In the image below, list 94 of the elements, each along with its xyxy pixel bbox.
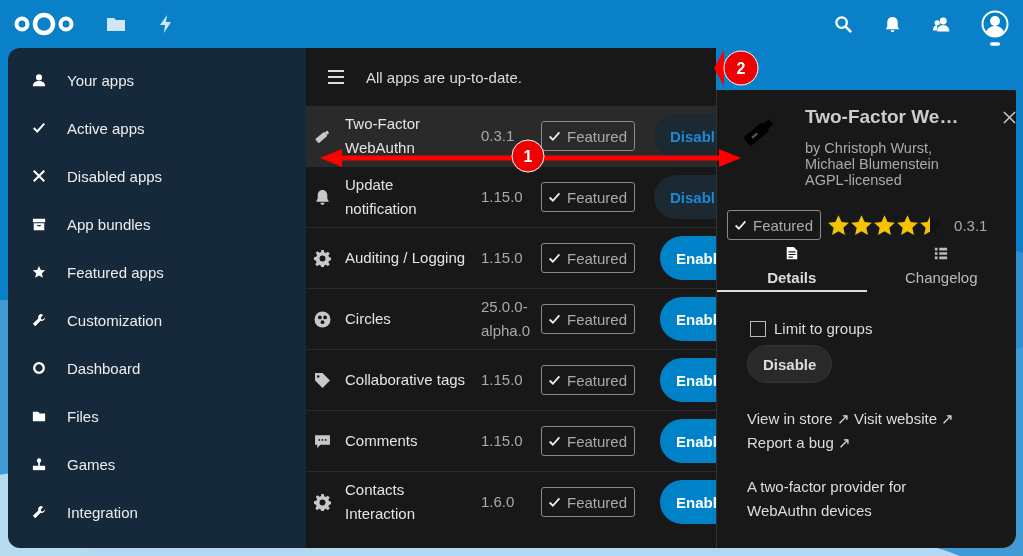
nav-item[interactable]: Featured apps [8, 248, 306, 296]
nav-item[interactable]: Integration [8, 488, 306, 536]
enable-button[interactable]: Enabl [660, 358, 716, 402]
comment-icon [314, 432, 331, 450]
disable-button[interactable]: Disabl [654, 114, 716, 158]
active-indicator-icon [990, 42, 1000, 46]
enable-button[interactable]: Enabl [660, 480, 716, 524]
menu-icon[interactable] [328, 70, 344, 84]
check-icon [548, 373, 561, 387]
disable-button[interactable]: Disabl [654, 175, 716, 219]
link[interactable]: View in store ↗ [747, 410, 850, 427]
app-version: 25.0.0-alpha.0 [481, 297, 532, 341]
bell-icon [314, 188, 331, 206]
app-row[interactable]: Auditing / Logging 1.15.0 Featured Enabl [306, 228, 716, 289]
featured-label: Featured [567, 493, 628, 511]
list-icon [934, 246, 949, 260]
nav-item[interactable]: Customization [8, 296, 306, 344]
link[interactable]: Visit website ↗ [853, 410, 955, 427]
app-name: Auditing / Logging [345, 248, 467, 268]
tab[interactable]: Details [717, 244, 867, 292]
tab[interactable]: Changelog [866, 244, 1016, 292]
checkbox[interactable] [750, 320, 766, 337]
nav-item[interactable]: App bundles [8, 200, 306, 248]
check-icon [548, 129, 561, 143]
app-version: 1.6.0 [481, 492, 516, 512]
check-icon [548, 312, 561, 326]
featured-label: Featured [567, 371, 628, 389]
enable-button[interactable]: Enabl [660, 297, 716, 341]
description-text: A two-factor provider for WebAuthn devices [747, 477, 908, 521]
close-icon [32, 169, 46, 183]
nav-item[interactable]: Games [8, 440, 306, 488]
featured-label: Featured [567, 127, 628, 145]
enable-button[interactable]: Enabl [660, 419, 716, 463]
circles-icon [314, 310, 331, 328]
gear-icon [314, 493, 331, 511]
nav-item[interactable]: Dashboard [8, 344, 306, 392]
featured-label: Featured [567, 188, 628, 206]
license-text: AGPL-licensed [805, 172, 903, 188]
close-icon[interactable] [1003, 111, 1016, 124]
featured-label: Featured [567, 432, 628, 450]
nav-item[interactable]: Active apps [8, 104, 306, 152]
check-icon [548, 251, 561, 265]
disable-button[interactable]: Disable [747, 345, 833, 383]
tag-icon [314, 371, 331, 389]
nav-item[interactable]: Your apps [8, 56, 306, 104]
app-version: 1.15.0 [481, 187, 524, 207]
nav-item[interactable]: Disabled apps [8, 152, 306, 200]
app-version: 1.15.0 [481, 431, 524, 451]
author-text: by Christoph Wurst, Michael Blumenstein [805, 140, 940, 172]
avatar-icon[interactable] [981, 10, 1009, 38]
wrench-icon [32, 505, 46, 519]
app-version: 1.15.0 [481, 370, 524, 390]
check-icon [548, 190, 561, 204]
user-icon [32, 73, 46, 87]
star-icon [32, 265, 46, 279]
app-row[interactable]: Update notification 1.15.0 Featured Disabl [306, 167, 716, 228]
nav-item[interactable]: Files [8, 392, 306, 440]
app-name: Update notification [345, 175, 418, 219]
app-name: Collaborative tags [345, 370, 467, 390]
status-message: All apps are up-to-date. [366, 68, 522, 86]
bell-icon[interactable] [883, 14, 902, 34]
check-icon [734, 218, 747, 232]
app-version: 1.15.0 [481, 248, 524, 268]
circle-icon [32, 361, 46, 375]
app-row[interactable]: Collaborative tags 1.15.0 Featured Enabl [306, 350, 716, 411]
archive-icon [32, 217, 46, 231]
folder-icon [32, 409, 46, 423]
check-icon [548, 495, 561, 509]
document-icon [784, 246, 799, 260]
app-version: 0.3.1 [954, 216, 988, 234]
featured-label: Featured [753, 216, 814, 234]
wrench-icon [32, 313, 46, 327]
link[interactable]: Report a bug ↗ [747, 434, 851, 451]
annotation-badge: 2 [723, 50, 759, 86]
featured-label: Featured [567, 310, 628, 328]
search-icon[interactable] [834, 14, 853, 34]
featured-label: Featured [567, 249, 628, 267]
logo-icon[interactable] [14, 11, 74, 37]
annotation-arrow [714, 50, 724, 86]
app-name: Two-Factor WebAuthn [345, 114, 421, 158]
annotation-badge: 1 [511, 139, 545, 173]
app-row[interactable]: Circles 25.0.0-alpha.0 Featured Enabl [306, 289, 716, 350]
checkbox-label: Limit to groups [774, 320, 873, 337]
check-icon [32, 121, 46, 135]
app-name: Comments [345, 431, 419, 451]
gear-icon [314, 249, 331, 267]
check-icon [548, 434, 561, 448]
app-name: Contacts Interaction [345, 480, 417, 524]
app-row[interactable]: Contacts Interaction 1.6.0 Featured Enabl [306, 472, 716, 532]
enable-button[interactable]: Enabl [660, 236, 716, 280]
app-name: Circles [345, 309, 392, 329]
app-title: Two-Factor We… [805, 106, 960, 128]
joystick-icon [32, 457, 46, 471]
app-row[interactable]: Comments 1.15.0 Featured Enabl [306, 411, 716, 472]
